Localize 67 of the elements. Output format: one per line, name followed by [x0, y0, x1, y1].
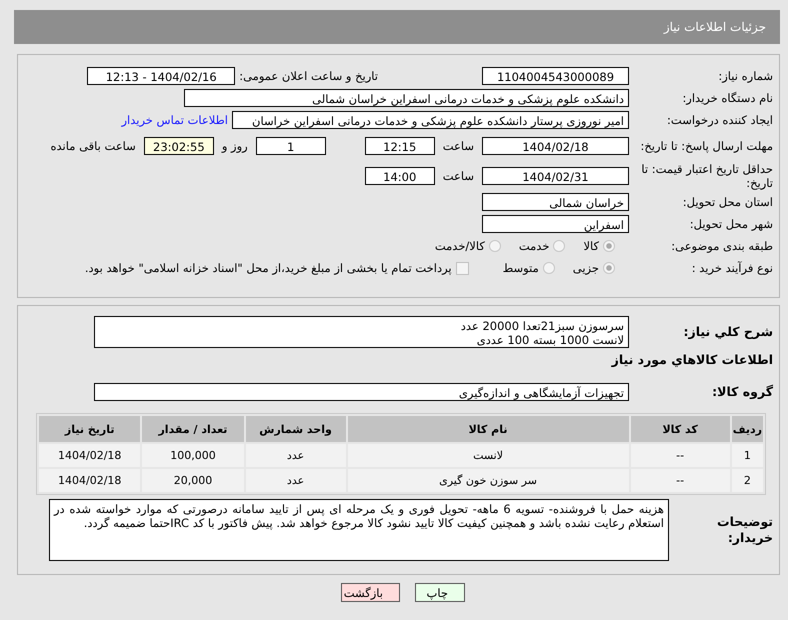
section-heading: اطلاعات کالاهاي مورد نياز [610, 351, 774, 367]
column-header: نام کالا [348, 416, 628, 442]
deadline-date-field: 1404/02/18 [482, 137, 629, 155]
column-header: تعداد / مقدار [142, 416, 244, 442]
radio-label: کالا/خدمت [434, 239, 485, 253]
field-label: روز و [220, 139, 249, 153]
need-number-field: 1104004543000089 [482, 67, 629, 85]
days-field: 1 [256, 137, 326, 155]
validity-time-field: 14:00 [364, 167, 435, 185]
radio-button[interactable] [603, 262, 615, 274]
announce-date-field: 1404/02/16 - 12:13 [87, 67, 236, 85]
field-label: ایجاد کننده درخواست: [666, 112, 773, 128]
table-cell: 20,000 [142, 469, 244, 492]
table-cell: عدد [246, 444, 346, 467]
column-header: کد کالا [630, 416, 730, 442]
field-label: شهر محل تحویل: [688, 216, 773, 232]
column-header: تاریخ نیاز [39, 416, 140, 442]
field-label: تاریخ و ساعت اعلان عمومی: [239, 69, 378, 83]
province-field: خراسان شمالی [482, 193, 629, 211]
back-button[interactable]: بازگشت [341, 583, 400, 602]
radio-label: متوسط [502, 261, 539, 275]
field-label: ساعت [442, 139, 475, 153]
field-label: طبقه بندی موضوعی: [670, 238, 773, 254]
table-cell: 1 [732, 444, 763, 467]
field-label: شرح کلي نياز: [682, 324, 773, 340]
field-label: ساعت [442, 169, 475, 183]
radio-label: کالا [583, 239, 599, 253]
table-cell: عدد [246, 469, 346, 492]
column-header: واحد شمارش [246, 416, 346, 442]
table-cell: 1404/02/18 [39, 444, 140, 467]
summary-box: سرسوزن سبز21تعدا 20000 عدد لانست 1000 بسته 100 عددی [94, 316, 629, 348]
checkbox-label: پرداخت تمام یا بخشی از مبلغ خرید،از محل "اسناد خزانه اسلامی" خواهد بود. [84, 261, 452, 275]
radio-button[interactable] [553, 240, 566, 252]
print-button[interactable]: چاپ [415, 583, 465, 602]
table-cell: 2 [732, 469, 763, 492]
buyer-contact-link[interactable]: اطلاعات تماس خریدار [121, 113, 228, 127]
goods-group-field: تجهیزات آزمایشگاهی و اندازه‌گیری [94, 383, 629, 401]
radio-label: خدمت [518, 239, 550, 253]
field-label: ساعت باقی مانده [50, 139, 137, 153]
column-header: ردیف [732, 416, 763, 442]
table-cell: 1404/02/18 [39, 469, 140, 492]
buyer-notes-box: هزینه حمل با فروشنده- تسویه 6 ماهه- تحویل فوری و یک مرحله ای پس از تایید سامانه درصورتی که موارد خواسته شده در استعلام رعایت نشده باشد و همچنین کیفیت کالا تایید نشود کالا مرجوع خواهد شد. پیش فاکتور با کد IRCحتما ضمیمه گردد. [49, 499, 669, 561]
page-title: جزئیات اطلاعات نیاز [664, 20, 766, 34]
field-label: گروه کالا: [711, 384, 773, 400]
checkbox[interactable] [456, 262, 469, 274]
field-label: توضیحات خریدار: [716, 514, 773, 546]
table-cell: سر سوزن خون گیری [348, 469, 628, 492]
field-label: مهلت ارسال پاسخ: تا تاریخ: [639, 138, 773, 154]
field-label: نام دستگاه خریدار: [681, 90, 773, 106]
buyer-field: دانشکده علوم پزشکی و خدمات درمانی اسفراین خراسان شمالی [184, 89, 629, 107]
radio-button[interactable] [542, 262, 555, 274]
table-cell: 100,000 [142, 444, 244, 467]
city-field: اسفراین [482, 215, 629, 233]
radio-button[interactable] [488, 240, 501, 252]
deadline-time-field: 12:15 [364, 137, 435, 155]
validity-date-field: 1404/02/31 [482, 167, 629, 185]
radio-button[interactable] [603, 240, 615, 252]
field-label: نوع فرآیند خرید : [690, 260, 773, 276]
remaining-time-field: 23:02:55 [144, 137, 214, 155]
field-label: استان محل تحویل: [682, 194, 773, 210]
field-label: حداقل تاریخ اعتبار قیمت: تا تاریخ: [640, 162, 773, 190]
table-cell: لانست [348, 444, 628, 467]
table-cell: -- [630, 444, 730, 467]
table-cell: -- [630, 469, 730, 492]
creator-field: امیر نوروزی پرستار دانشکده علوم پزشکی و خدمات درمانی اسفراین خراسان [232, 111, 629, 129]
radio-label: جزیی [572, 261, 599, 275]
field-label: شماره نیاز: [717, 68, 773, 84]
